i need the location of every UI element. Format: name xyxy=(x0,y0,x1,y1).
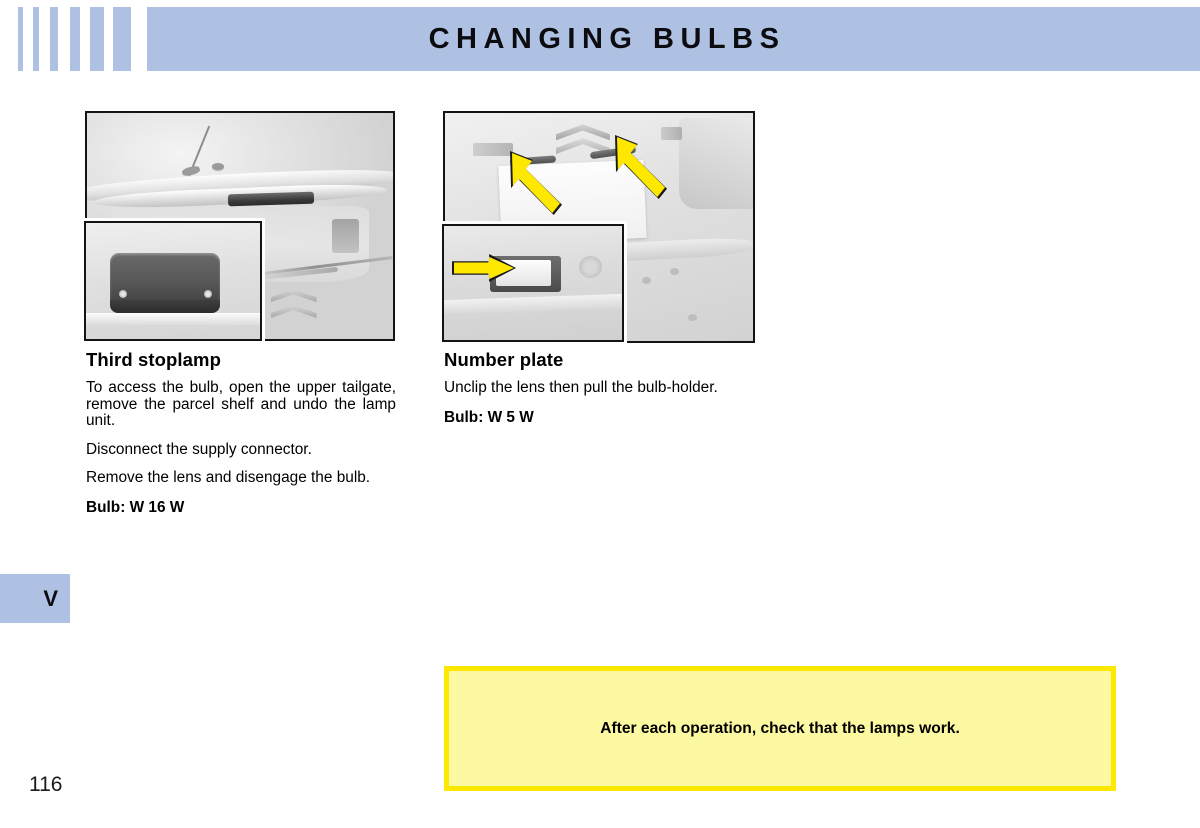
tailgate-screw xyxy=(212,162,225,170)
note-box: After each operation, check that the lam… xyxy=(444,666,1116,791)
note-text: After each operation, check that the lam… xyxy=(600,719,960,737)
number-plate-section: Number plate Unclip the lens then pull t… xyxy=(444,349,756,426)
page-number: 116 xyxy=(29,773,63,796)
trim-badge xyxy=(660,126,683,141)
rear-lamp-cluster-shape xyxy=(679,117,753,209)
header-stripe-2 xyxy=(33,7,39,71)
citroen-chevron-icon-lower xyxy=(270,305,317,319)
inset-lower-panel xyxy=(86,313,260,326)
third-stoplamp-section: Third stoplamp To access the bulb, open … xyxy=(86,349,396,516)
header-stripe-4 xyxy=(70,7,80,71)
number-plate-paragraph-1: Unclip the lens then pull the bulb-holde… xyxy=(444,379,718,396)
header-stripe-5 xyxy=(90,7,104,71)
header-stripe-6 xyxy=(113,7,131,71)
page-title: CHANGING BULBS xyxy=(428,23,786,55)
bodywork-detail-dot xyxy=(688,313,698,321)
third-stoplamp-lamp-strip xyxy=(227,191,314,207)
citroen-chevron-icon-upper xyxy=(270,289,317,303)
header-stripe-3 xyxy=(50,7,58,71)
number-plate-lamp-inset xyxy=(439,221,627,345)
third-stoplamp-paragraph-2: Disconnect the supply connector. xyxy=(86,440,312,458)
model-badge xyxy=(472,142,513,157)
third-stoplamp-bulb-spec: Bulb: W 16 W xyxy=(86,498,185,516)
header-stripe-1 xyxy=(18,7,23,71)
header-stripe-group xyxy=(0,7,150,71)
page-header: CHANGING BULBS xyxy=(0,7,1200,71)
tailgate-vent-right xyxy=(331,219,360,254)
chapter-tab-v: V xyxy=(0,574,70,623)
number-plate-heading: Number plate xyxy=(444,349,564,370)
lamp-unit-lip xyxy=(110,299,220,314)
number-plate-bulb-spec: Bulb: W 5 W xyxy=(444,408,534,426)
third-stoplamp-paragraph-1: To access the bulb, open the upper tailg… xyxy=(86,379,396,430)
bodywork-detail-dot xyxy=(669,268,679,276)
third-stoplamp-paragraph-3: Remove the lens and disengage the bulb. xyxy=(86,469,371,487)
third-stoplamp-unit-inset xyxy=(81,218,265,344)
third-stoplamp-heading: Third stoplamp xyxy=(86,349,222,370)
